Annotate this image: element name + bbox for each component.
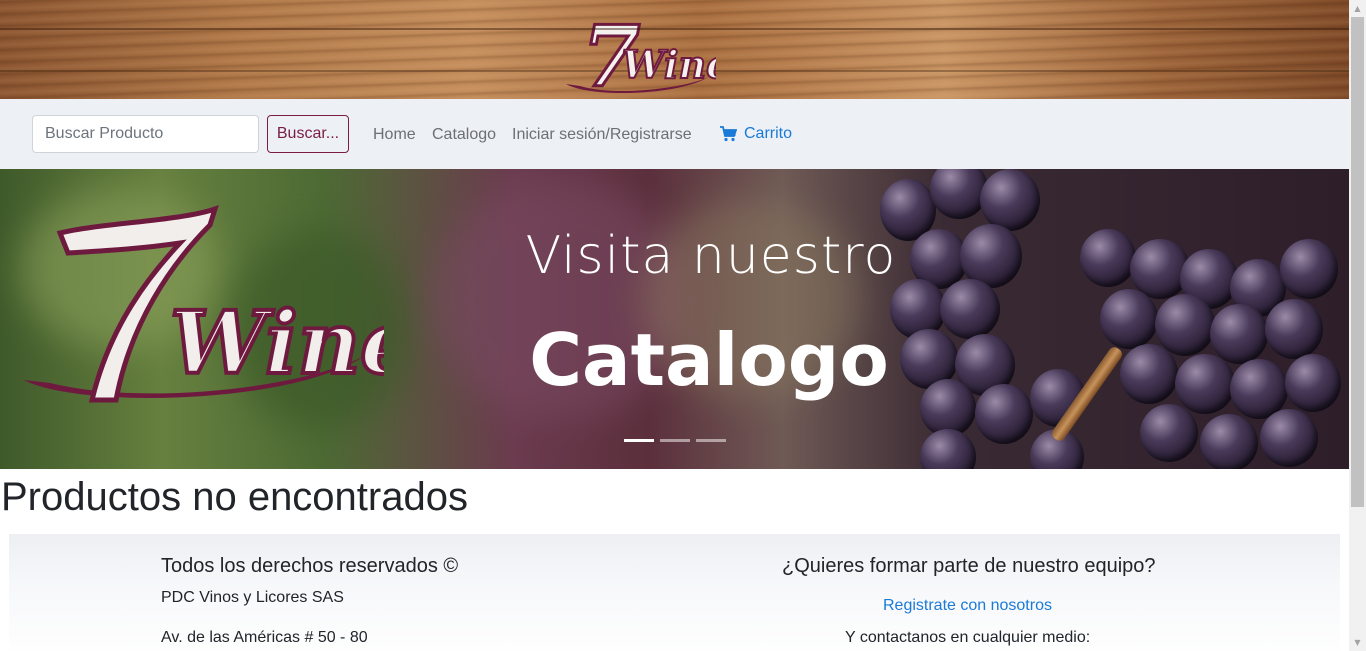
carousel-indicator[interactable]	[696, 439, 726, 442]
footer-join-title: ¿Quieres formar parte de nuestro equipo?	[782, 555, 1156, 577]
nav-cart-link[interactable]: Carrito	[720, 125, 792, 143]
carousel-caption-line2: Catalogo	[529, 318, 889, 402]
footer-register-link[interactable]: Registrate con nosotros	[883, 597, 1052, 615]
footer-address: Av. de las Américas # 50 - 80	[161, 629, 368, 646]
nav-home-link[interactable]: Home	[373, 126, 416, 144]
site-header: 7 Wine	[0, 0, 1349, 99]
footer-company-name: PDC Vinos y Licores SAS	[161, 589, 344, 606]
navbar: Buscar... Home Catalogo Iniciar sesión/R…	[0, 99, 1349, 169]
search-input[interactable]	[32, 115, 259, 153]
nav-catalog-link[interactable]: Catalogo	[432, 126, 496, 144]
carousel-indicator[interactable]	[660, 439, 690, 442]
scroll-down-arrow-icon[interactable]: ▼	[1349, 634, 1366, 651]
footer-copyright-title: Todos los derechos reservados ©	[161, 555, 459, 577]
scroll-up-arrow-icon[interactable]: ▲	[1349, 0, 1366, 17]
carousel-indicator[interactable]	[624, 439, 654, 442]
nav-login-link[interactable]: Iniciar sesión/Registrarse	[512, 126, 692, 144]
shopping-cart-icon	[720, 126, 737, 142]
seven-wine-logo[interactable]: 7 Wine	[560, 6, 716, 94]
footer-contact-text: Y contactanos en cualquier medio:	[845, 629, 1091, 646]
page-heading: Productos no encontrados	[1, 475, 468, 519]
page: 7 Wine Buscar... Home Catalogo Iniciar s…	[0, 0, 1349, 651]
carousel-caption-line1: Visita nuestro	[525, 226, 897, 286]
scrollbar-thumb[interactable]	[1351, 17, 1364, 507]
search-button[interactable]: Buscar...	[267, 115, 349, 153]
cart-label: Carrito	[744, 125, 793, 142]
vertical-scrollbar[interactable]: ▲ ▼	[1349, 0, 1366, 651]
logo-text: Wine	[622, 42, 716, 87]
carousel-indicators	[624, 439, 726, 442]
